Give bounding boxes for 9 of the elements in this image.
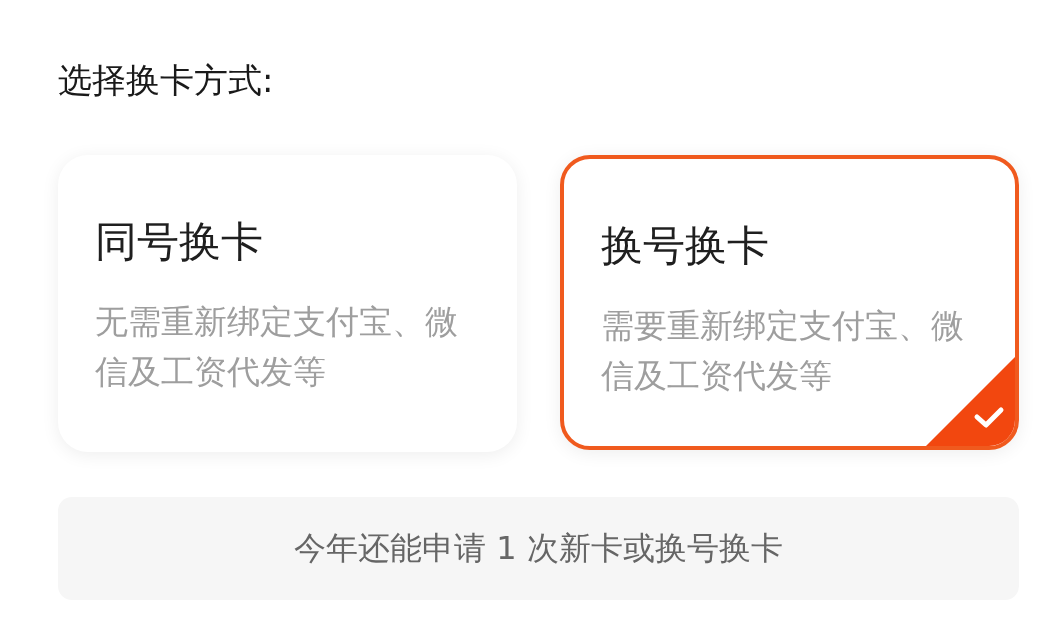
- check-icon: [926, 357, 1015, 446]
- option-title: 同号换卡: [95, 217, 263, 267]
- section-heading: 选择换卡方式:: [58, 59, 274, 102]
- option-description: 无需重新绑定支付宝、微信及工资代发等: [95, 301, 459, 393]
- option-title: 换号换卡: [601, 221, 769, 271]
- option-card[interactable]: 换号换卡 需要重新绑定支付宝、微信及工资代发等: [560, 155, 1019, 450]
- quota-notice: 今年还能申请 1 次新卡或换号换卡: [58, 497, 1019, 600]
- option-card[interactable]: 同号换卡 无需重新绑定支付宝、微信及工资代发等: [58, 155, 517, 452]
- option-description: 需要重新绑定支付宝、微信及工资代发等: [601, 305, 965, 397]
